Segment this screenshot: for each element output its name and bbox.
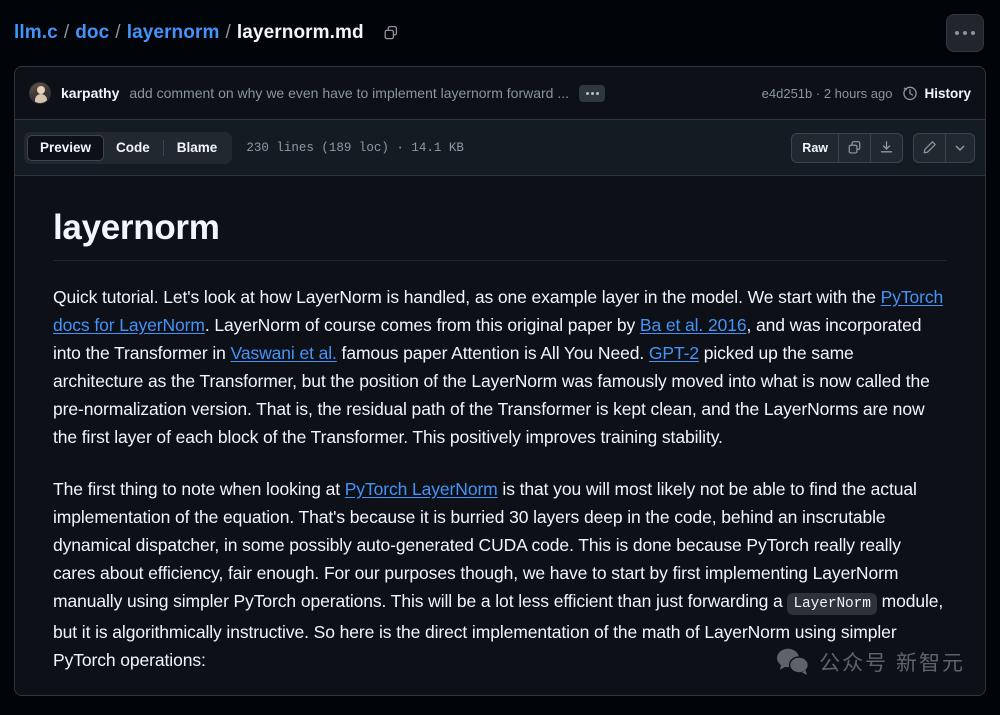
clock-icon	[902, 85, 918, 101]
commit-meta: e4d251b · 2 hours ago	[761, 85, 893, 101]
breadcrumb-separator: /	[63, 22, 70, 43]
avatar[interactable]	[29, 82, 51, 104]
paragraph-implementation: The first thing to note when looking at …	[53, 475, 947, 674]
dot	[963, 31, 967, 35]
page-title: layernorm	[53, 208, 947, 261]
breadcrumb: llm.c / doc / layernorm / layernorm.md	[14, 22, 364, 44]
tab-preview[interactable]: Preview	[27, 134, 105, 161]
file-toolbar: Preview Code Blame 230 lines (189 loc) ·…	[14, 120, 986, 176]
link-pytorch-layernorm[interactable]: PyTorch LayerNorm	[345, 479, 498, 499]
link-ba-et-al-2016[interactable]: Ba et al. 2016	[640, 315, 747, 335]
tab-code[interactable]: Code	[104, 135, 162, 161]
link-gpt-2[interactable]: GPT-2	[649, 343, 699, 363]
tab-blame[interactable]: Blame	[165, 135, 230, 161]
paragraph-intro: Quick tutorial. Let's look at how LayerN…	[53, 283, 947, 451]
breadcrumb-current-file: layernorm.md	[236, 22, 364, 43]
history-label: History	[924, 85, 971, 101]
copy-path-icon[interactable]	[378, 20, 404, 46]
dot	[955, 31, 959, 35]
dot	[590, 91, 594, 95]
breadcrumb-separator: /	[115, 22, 121, 43]
markdown-preview-body: layernorm Quick tutorial. Let's look at …	[14, 176, 986, 696]
edit-group	[913, 132, 975, 163]
raw-copy-download-group: Raw	[791, 132, 903, 163]
text-fragment: The first thing to note when looking at	[53, 479, 345, 499]
breadcrumb-dir-layernorm[interactable]: layernorm	[127, 22, 220, 44]
view-tabs: Preview Code Blame	[24, 131, 233, 164]
history-button[interactable]: History	[902, 85, 971, 101]
copy-icon[interactable]	[838, 133, 870, 162]
latest-commit-bar: karpathy add comment on why we even have…	[14, 66, 986, 120]
dot	[595, 91, 599, 95]
inline-code-layernorm: LayerNorm	[787, 593, 877, 615]
link-vaswani-et-al[interactable]: Vaswani et al.	[231, 343, 337, 363]
dot	[971, 31, 975, 35]
raw-button[interactable]: Raw	[792, 134, 838, 162]
more-options-button[interactable]	[946, 14, 984, 52]
text-fragment: . LayerNorm of course comes from this or…	[204, 315, 640, 335]
pencil-icon[interactable]	[914, 134, 945, 162]
download-icon[interactable]	[870, 133, 902, 162]
file-meta: 230 lines (189 loc) · 14.1 KB	[246, 140, 464, 155]
chevron-down-icon[interactable]	[945, 133, 974, 162]
commit-message[interactable]: add comment on why we even have to imple…	[129, 85, 569, 101]
commit-author[interactable]: karpathy	[61, 85, 119, 101]
page-header: llm.c / doc / layernorm / layernorm.md	[0, 0, 1000, 66]
breadcrumb-repo-link[interactable]: llm.c	[14, 22, 58, 44]
commit-expand-button[interactable]	[579, 84, 606, 102]
breadcrumb-separator: /	[225, 22, 231, 43]
text-fragment: Quick tutorial. Let's look at how LayerN…	[53, 287, 881, 307]
dot	[585, 91, 589, 95]
text-fragment: famous paper Attention is All You Need.	[336, 343, 649, 363]
breadcrumb-dir-doc[interactable]: doc	[75, 22, 109, 44]
tab-divider	[162, 139, 164, 156]
